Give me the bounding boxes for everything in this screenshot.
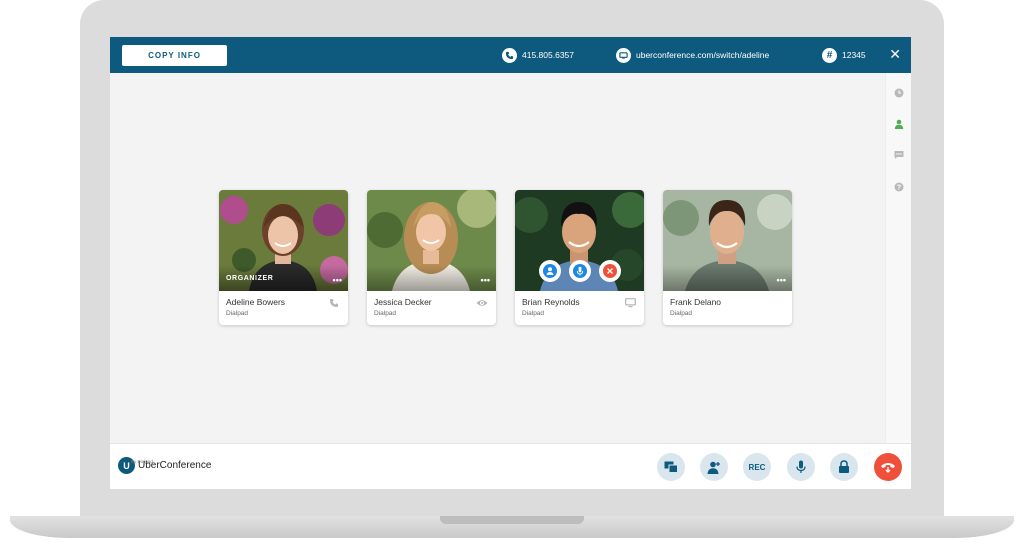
pin-text: 12345 xyxy=(842,50,866,60)
close-icon[interactable]: ✕ xyxy=(889,47,901,61)
participant-org: Dialpad xyxy=(522,310,545,317)
participant-org: Dialpad xyxy=(374,310,397,317)
profile-button[interactable] xyxy=(538,260,561,282)
access-pin[interactable]: # 12345 xyxy=(822,46,866,64)
participant-photo xyxy=(663,190,792,291)
record-button[interactable]: REC xyxy=(743,453,771,481)
phone-number: 415.805.6357 xyxy=(522,50,574,60)
conference-info-bar: COPY INFO 415.805.6357 uberconference.co… xyxy=(110,37,911,73)
more-options-icon[interactable]: ••• xyxy=(777,276,786,285)
more-options-icon[interactable]: ••• xyxy=(333,276,342,285)
mic-button[interactable] xyxy=(787,453,815,481)
participant-photo xyxy=(367,190,496,291)
copy-info-button[interactable]: COPY INFO xyxy=(122,45,227,66)
participant-name: Adeline Bowers xyxy=(226,297,286,307)
phone-icon xyxy=(502,47,517,63)
add-person-button[interactable] xyxy=(700,453,728,481)
hangup-button[interactable] xyxy=(874,453,902,481)
participant-org: Dialpad xyxy=(226,310,249,317)
mute-button[interactable] xyxy=(568,260,591,282)
participant-card[interactable]: Brian Reynolds Dialpad xyxy=(515,190,644,325)
person-icon[interactable] xyxy=(893,118,904,129)
chat-icon[interactable] xyxy=(893,149,904,160)
conference-url[interactable]: uberconference.com/switch/adeline xyxy=(616,46,769,64)
participant-card[interactable]: ORGANIZER ••• Adeline Bowers Dialpad xyxy=(219,190,348,325)
monitor-icon xyxy=(624,297,636,309)
participant-card[interactable]: ••• Frank Delano Dialpad xyxy=(663,190,792,325)
lock-button[interactable] xyxy=(830,453,858,481)
clock-icon[interactable] xyxy=(893,87,904,98)
app-screen: COPY INFO 415.805.6357 uberconference.co… xyxy=(110,37,911,489)
remove-participant-button[interactable] xyxy=(598,260,621,282)
screenshare-button[interactable] xyxy=(657,453,685,481)
side-rail: ? xyxy=(885,73,911,443)
brand-subtitle: By Dialpad xyxy=(131,459,153,464)
url-text: uberconference.com/switch/adeline xyxy=(636,50,770,60)
screen-icon xyxy=(616,47,631,63)
hash-icon: # xyxy=(822,47,837,63)
participant-name: Brian Reynolds xyxy=(522,297,580,307)
participant-actions xyxy=(515,260,644,282)
more-options-icon[interactable]: ••• xyxy=(481,276,490,285)
organizer-badge: ORGANIZER xyxy=(226,275,274,282)
svg-text:?: ? xyxy=(896,184,900,191)
participant-org: Dialpad xyxy=(670,310,693,317)
participant-name: Jessica Decker xyxy=(374,297,432,307)
eye-icon xyxy=(476,297,488,309)
laptop-notch xyxy=(440,516,584,524)
call-controls-bar: U UberConference By Dialpad REC xyxy=(110,443,911,489)
participant-name: Frank Delano xyxy=(670,297,722,307)
help-icon[interactable]: ? xyxy=(893,181,904,192)
dial-in-number[interactable]: 415.805.6357 xyxy=(502,46,574,64)
participant-card[interactable]: ••• Jessica Decker Dialpad xyxy=(367,190,496,325)
phone-icon xyxy=(328,297,340,309)
